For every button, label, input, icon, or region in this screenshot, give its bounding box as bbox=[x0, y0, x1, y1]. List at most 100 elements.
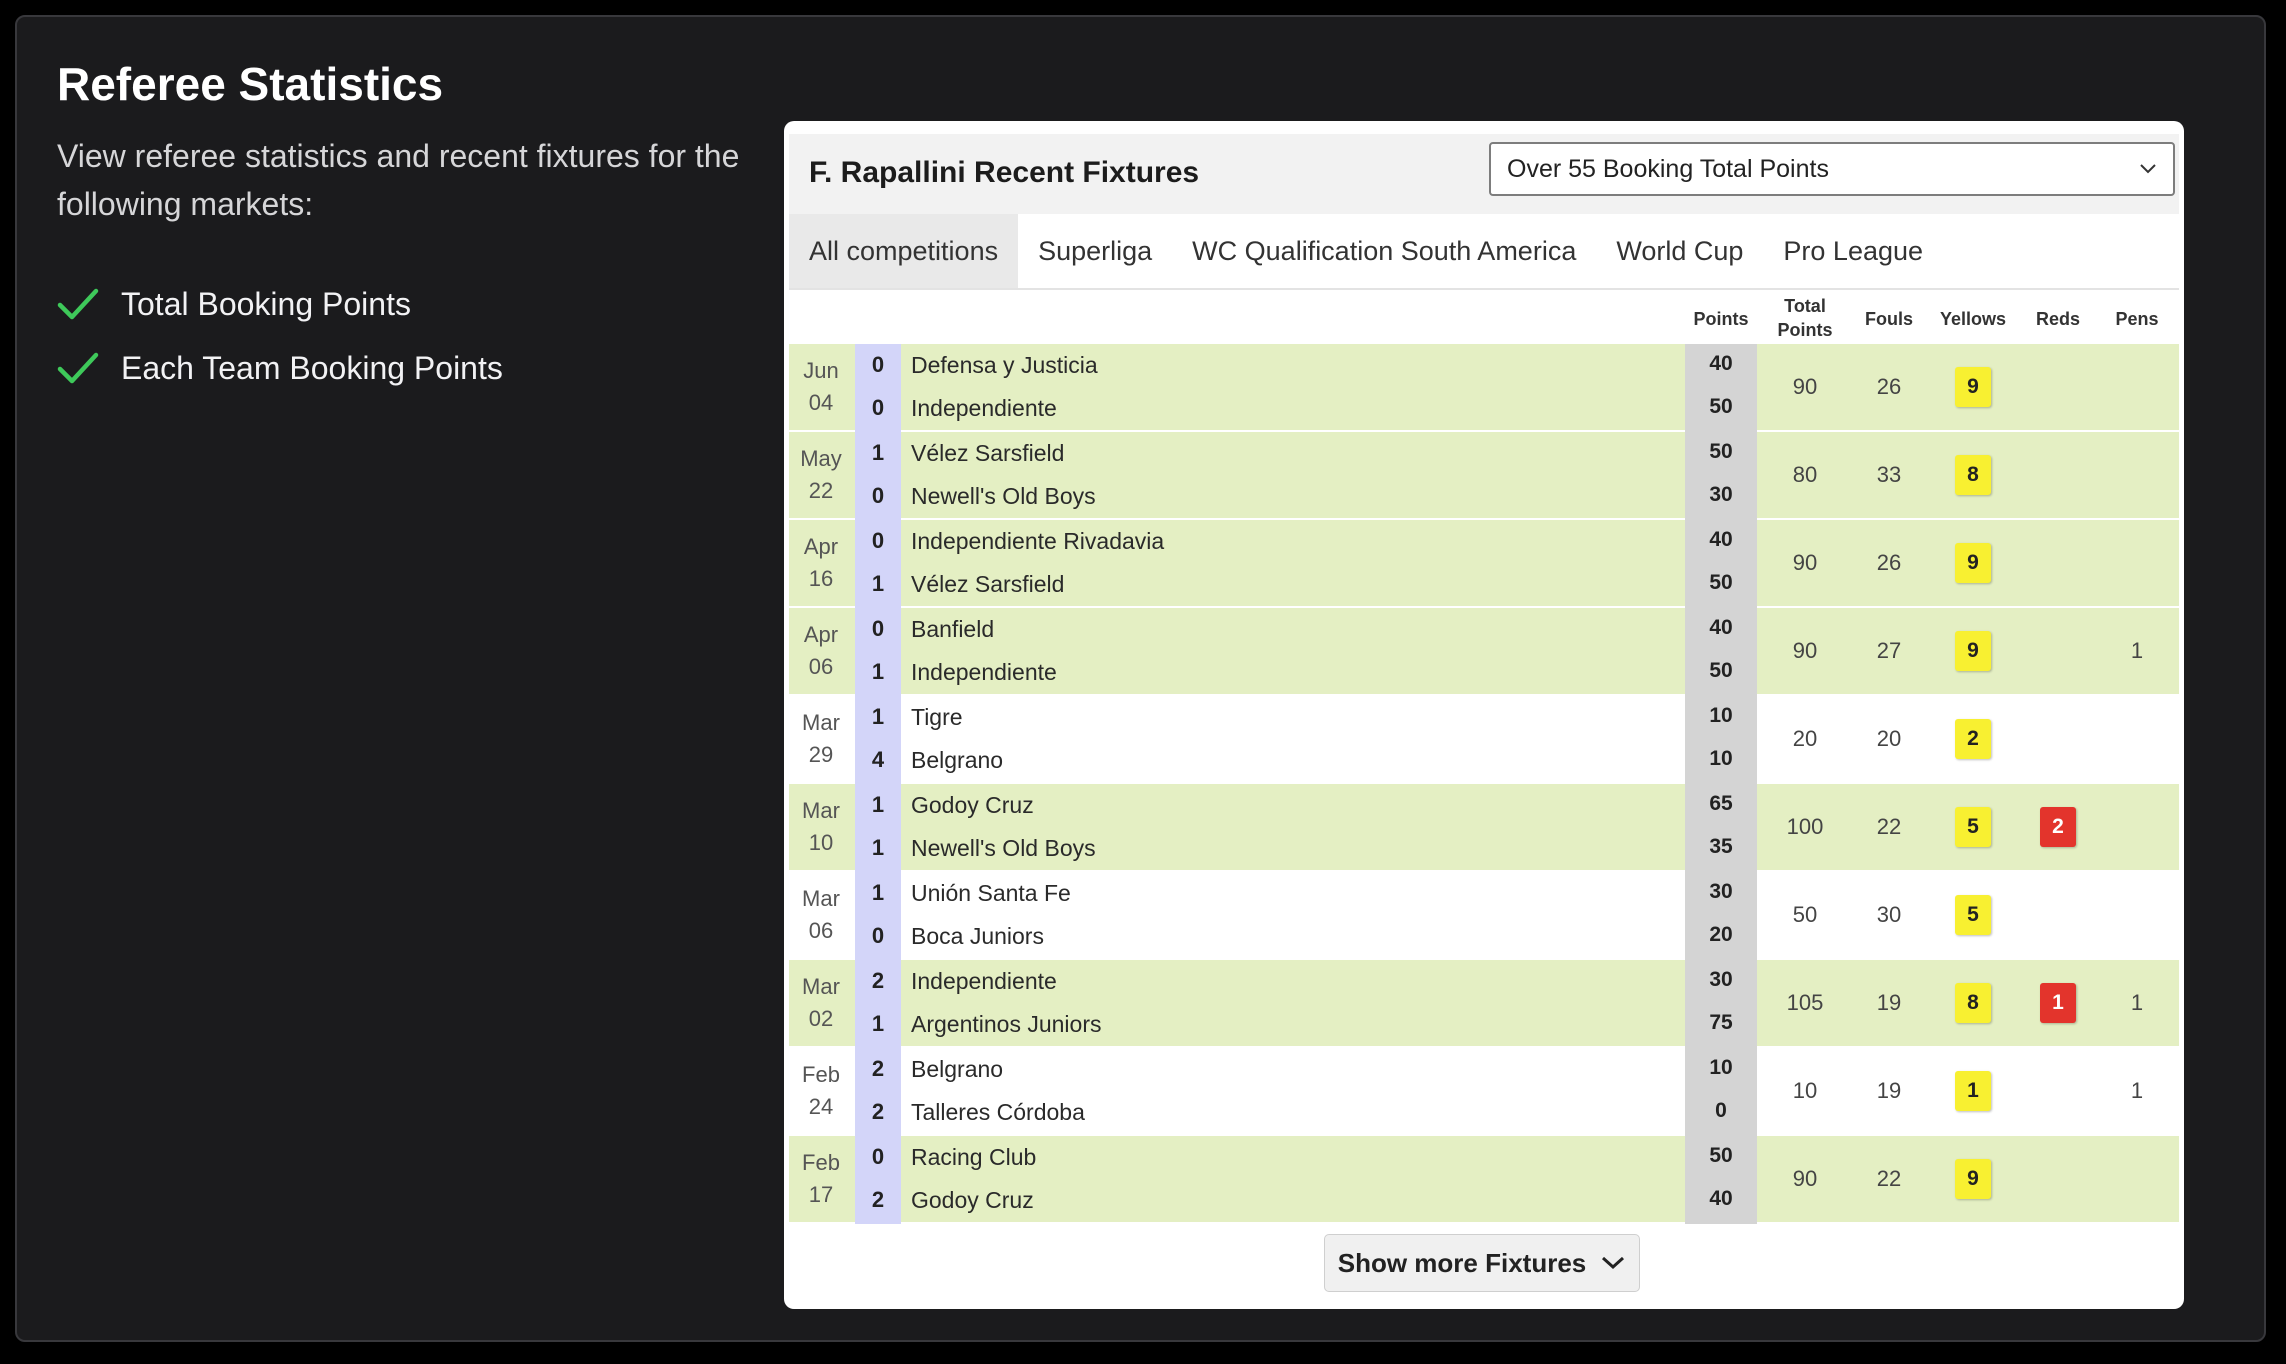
home-points: 50 bbox=[1709, 1144, 1733, 1167]
points-column: 40 50 bbox=[1685, 344, 1757, 432]
yellows-cell: 9 bbox=[1925, 1136, 2021, 1222]
points-column: 10 10 bbox=[1685, 696, 1757, 784]
competition-tabs: All competitions Superliga WC Qualificat… bbox=[789, 214, 2179, 290]
header-pens: Pens bbox=[2115, 309, 2159, 329]
show-more-label: Show more Fixtures bbox=[1337, 1247, 1587, 1278]
feature-item-each-team-booking-points: Each Team Booking Points bbox=[57, 336, 797, 400]
points-column: 50 30 bbox=[1685, 432, 1757, 520]
fixture-month: Mar bbox=[802, 798, 840, 823]
away-points: 0 bbox=[1715, 1099, 1727, 1122]
chevron-down-icon bbox=[2139, 158, 2157, 181]
total-points: 90 bbox=[1792, 638, 1818, 663]
fixture-row[interactable]: Mar 10 1 1 Godoy Cruz Newell's Old Boys 65 35 10… bbox=[789, 784, 2179, 872]
yellows-cell: 2 bbox=[1925, 696, 2021, 782]
tab-pro-league[interactable]: Pro League bbox=[1763, 214, 1943, 288]
points-column: 30 20 bbox=[1685, 872, 1757, 960]
home-points: 50 bbox=[1709, 440, 1733, 463]
market-select[interactable]: Over 55 Booking Total Points bbox=[1489, 142, 2175, 196]
tab-wc-qualification-south-america[interactable]: WC Qualification South America bbox=[1172, 214, 1596, 288]
home-team: Unión Santa Fe bbox=[911, 880, 1071, 906]
tab-all-competitions[interactable]: All competitions bbox=[789, 214, 1019, 288]
tab-superliga[interactable]: Superliga bbox=[1018, 214, 1172, 288]
yellow-card-badge: 8 bbox=[1955, 983, 1991, 1023]
header-reds: Reds bbox=[2035, 309, 2080, 329]
pens bbox=[2095, 696, 2179, 782]
chevron-down-icon bbox=[1602, 1256, 1625, 1270]
points-column: 40 50 bbox=[1685, 520, 1757, 608]
yellow-card-badge: 9 bbox=[1955, 631, 1991, 671]
fixture-date: Mar 10 bbox=[789, 784, 853, 870]
home-team: Banfield bbox=[911, 616, 995, 642]
total-points: 100 bbox=[1786, 814, 1824, 839]
reds-cell bbox=[2021, 1136, 2095, 1222]
reds-cell bbox=[2021, 872, 2095, 958]
fixture-day: 04 bbox=[808, 390, 834, 415]
fixture-day: 02 bbox=[808, 1006, 834, 1031]
home-team: Godoy Cruz bbox=[911, 792, 1034, 818]
away-points: 75 bbox=[1709, 1011, 1733, 1034]
away-score: 1 bbox=[871, 571, 885, 596]
fixture-row[interactable]: Mar 29 1 4 Tigre Belgrano 10 10 20 20 2 bbox=[789, 696, 2179, 784]
feature-list: Total Booking Points Each Team Booking P… bbox=[57, 272, 797, 400]
home-points: 30 bbox=[1709, 968, 1733, 991]
red-card-badge: 1 bbox=[2040, 983, 2076, 1023]
away-points: 40 bbox=[1709, 1187, 1733, 1210]
fixture-row[interactable]: Mar 06 1 0 Unión Santa Fe Boca Juniors 30 20 50 3… bbox=[789, 872, 2179, 960]
away-team: Vélez Sarsfield bbox=[911, 571, 1065, 597]
recent-fixtures-widget: F. Rapallini Recent Fixtures Over 55 Boo… bbox=[784, 121, 2184, 1309]
home-points: 30 bbox=[1709, 880, 1733, 903]
fixture-date: Feb 17 bbox=[789, 1136, 853, 1222]
fixture-row[interactable]: Feb 24 2 2 Belgrano Talleres Córdoba 10 0 10 19 1 1 bbox=[789, 1048, 2179, 1136]
away-points: 35 bbox=[1709, 835, 1733, 858]
feature-label: Each Team Booking Points bbox=[121, 349, 503, 386]
away-score: 1 bbox=[871, 659, 885, 684]
away-team: Boca Juniors bbox=[911, 923, 1044, 949]
fixture-day: 06 bbox=[808, 918, 834, 943]
fixture-row[interactable]: Apr 06 0 1 Banfield Independiente 40 50 90 27 9 1 bbox=[789, 608, 2179, 696]
reds-cell: 1 bbox=[2021, 960, 2095, 1046]
away-score: 4 bbox=[871, 747, 885, 772]
fixture-row[interactable]: Jun 04 0 0 Defensa y Justicia Independiente 40… bbox=[789, 344, 2179, 432]
yellows-cell: 5 bbox=[1925, 784, 2021, 870]
widget-header: F. Rapallini Recent Fixtures Over 55 Boo… bbox=[789, 134, 2179, 214]
away-score: 2 bbox=[871, 1099, 885, 1124]
fixture-row[interactable]: Feb 17 0 2 Racing Club Godoy Cruz 50 40 90 22 9 bbox=[789, 1136, 2179, 1224]
home-score: 0 bbox=[871, 528, 885, 553]
points-column: 10 0 bbox=[1685, 1048, 1757, 1136]
home-points: 10 bbox=[1709, 1056, 1733, 1079]
yellow-card-badge: 8 bbox=[1955, 455, 1991, 495]
fouls: 26 bbox=[1876, 374, 1902, 399]
fixture-row[interactable]: Apr 16 0 1 Independiente Rivadavia Vélez Sars… bbox=[789, 520, 2179, 608]
score-column: 22 bbox=[855, 1048, 901, 1136]
yellows-cell: 9 bbox=[1925, 608, 2021, 694]
feature-label: Total Booking Points bbox=[121, 285, 411, 322]
red-card-badge: 2 bbox=[2040, 807, 2076, 847]
score-column: 21 bbox=[855, 960, 901, 1048]
fouls: 33 bbox=[1876, 462, 1902, 487]
home-team: Tigre bbox=[911, 704, 963, 730]
header-yellows: Yellows bbox=[1939, 309, 2007, 329]
points-column: 65 35 bbox=[1685, 784, 1757, 872]
fixture-row[interactable]: Mar 02 2 1 Independiente Argentinos Juniors 30… bbox=[789, 960, 2179, 1048]
fouls: 19 bbox=[1876, 990, 1902, 1015]
info-column: Referee Statistics View referee statisti… bbox=[57, 57, 797, 400]
tab-world-cup[interactable]: World Cup bbox=[1596, 214, 1763, 288]
fixture-row[interactable]: May 22 1 0 Vélez Sarsfield Newell's Old Boys 5… bbox=[789, 432, 2179, 520]
home-score: 0 bbox=[871, 352, 885, 377]
away-points: 30 bbox=[1709, 483, 1733, 506]
show-more-fixtures-button[interactable]: Show more Fixtures bbox=[1324, 1234, 1640, 1292]
fouls: 22 bbox=[1876, 1166, 1902, 1191]
home-score: 1 bbox=[871, 880, 885, 905]
away-team: Argentinos Juniors bbox=[911, 1011, 1102, 1037]
fixture-date: Feb 24 bbox=[789, 1048, 853, 1134]
pens bbox=[2095, 1136, 2179, 1222]
reds-cell bbox=[2021, 344, 2095, 430]
fouls: 30 bbox=[1876, 902, 1902, 927]
home-score: 1 bbox=[871, 440, 885, 465]
fixture-date: Mar 29 bbox=[789, 696, 853, 782]
yellow-card-badge: 9 bbox=[1955, 367, 1991, 407]
reds-cell bbox=[2021, 432, 2095, 518]
yellow-card-badge: 5 bbox=[1955, 807, 1991, 847]
header-total-line1: Total bbox=[1784, 296, 1826, 316]
home-team: Independiente Rivadavia bbox=[911, 528, 1165, 554]
